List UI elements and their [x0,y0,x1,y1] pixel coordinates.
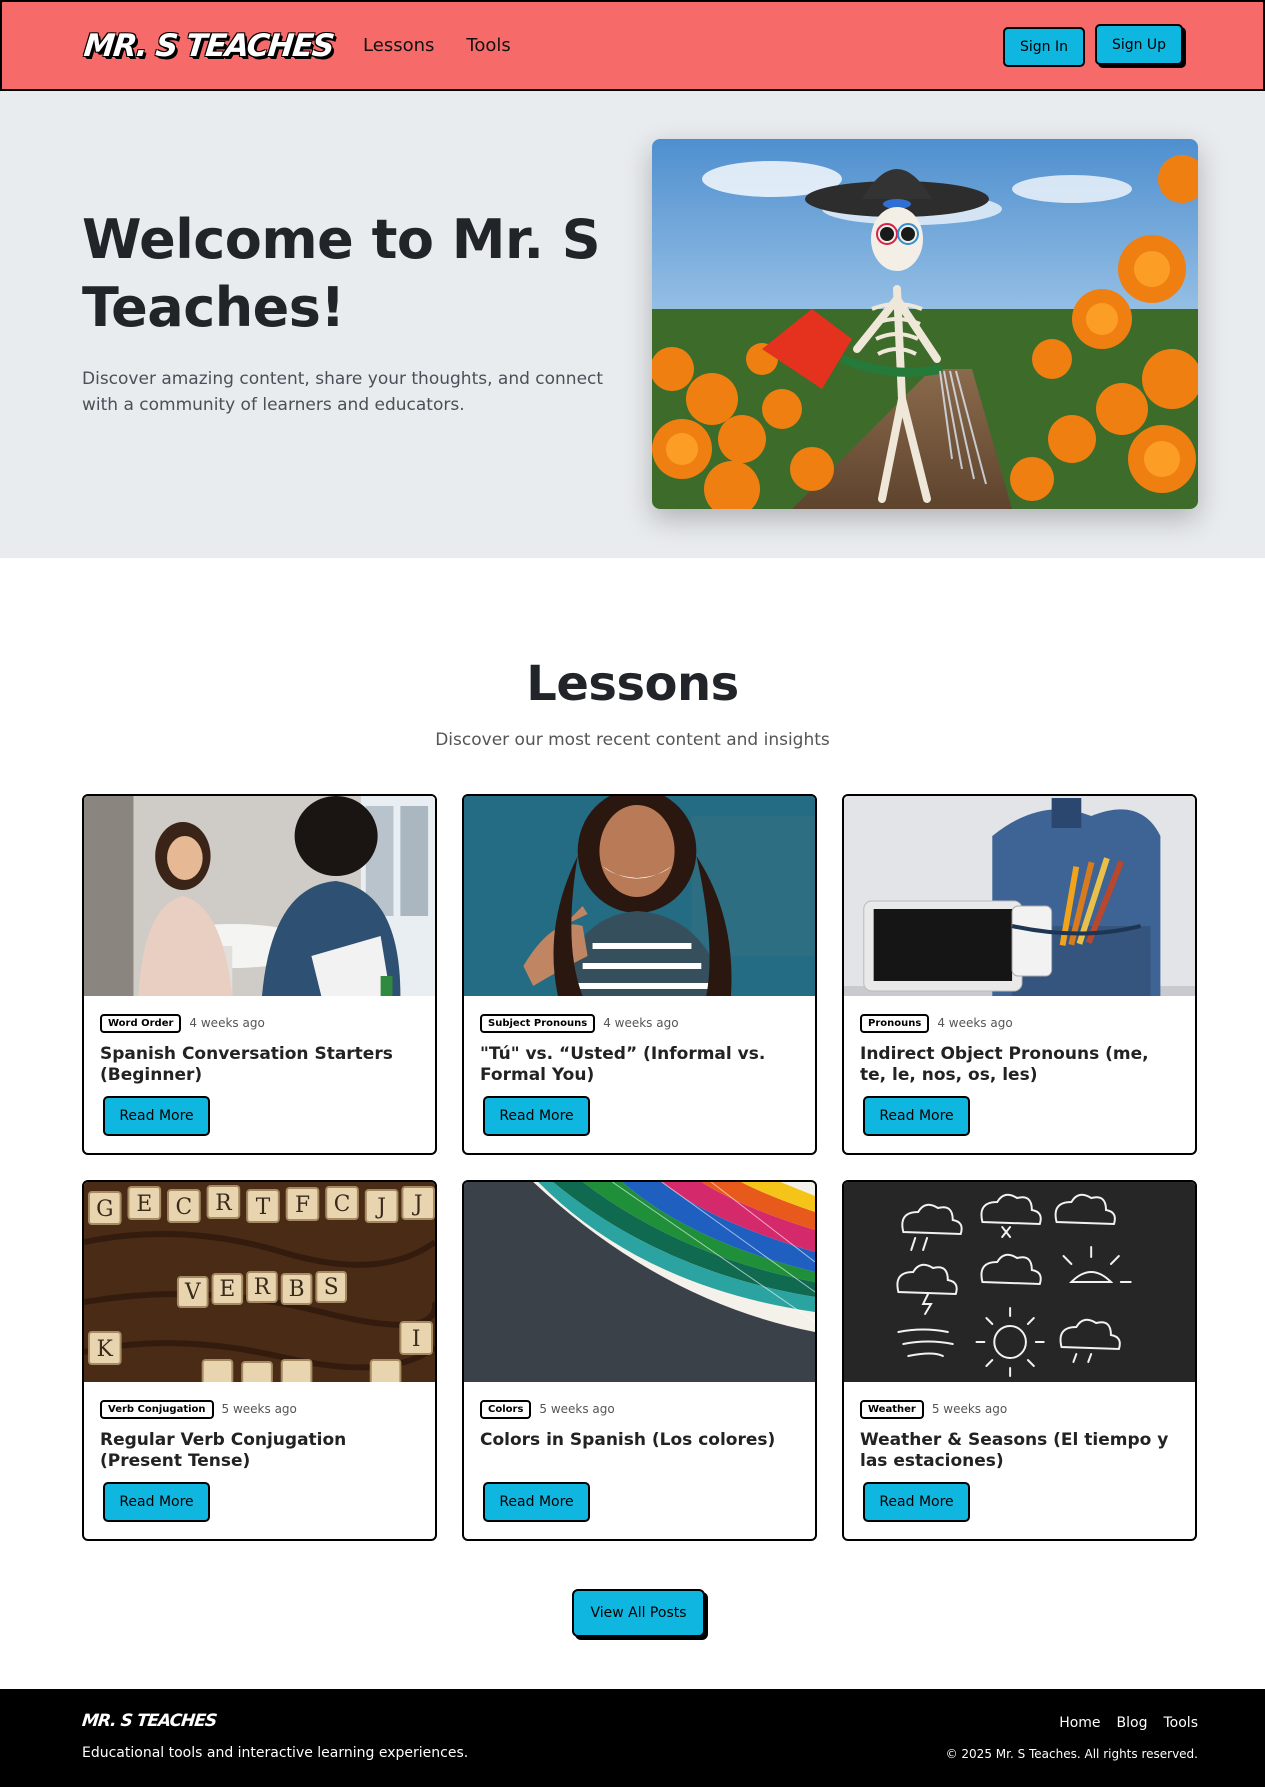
read-more-button[interactable]: Read More [863,1096,970,1136]
hero-title: Welcome to Mr. S Teaches! [82,208,601,339]
lesson-image[interactable] [84,796,435,996]
category-badge[interactable]: Weather [860,1399,924,1419]
svg-text:B: B [289,1277,305,1302]
lesson-card: Weather 5 weeks ago Weather & Seasons (E… [842,1180,1197,1541]
footer-link-home[interactable]: Home [1059,1715,1100,1731]
svg-text:C: C [176,1195,193,1220]
category-badge[interactable]: Verb Conjugation [100,1399,214,1419]
lesson-title[interactable]: "Tú" vs. “Usted” (Informal vs. Formal Yo… [480,1044,799,1086]
lesson-image[interactable] [844,796,1195,996]
lesson-card: Word Order 4 weeks ago Spanish Conversat… [82,794,437,1155]
nav-link-tools[interactable]: Tools [466,35,510,56]
svg-text:I: I [412,1327,421,1352]
lesson-card-body: Verb Conjugation 5 weeks ago Regular Ver… [84,1382,435,1539]
post-date: 4 weeks ago [189,1016,265,1030]
category-badge[interactable]: Word Order [100,1013,182,1033]
footer-links: Home Blog Tools [1059,1715,1198,1731]
lesson-card-body: Colors 5 weeks ago Colors in Spanish (Lo… [464,1382,815,1539]
lesson-image[interactable] [464,1182,815,1382]
svg-text:J: J [412,1192,423,1217]
nav-actions: Sign In Sign Up [1003,24,1183,67]
svg-text:T: T [256,1195,271,1220]
lesson-meta: Pronouns 4 weeks ago [860,1012,1179,1034]
footer: MR. S TEACHES Educational tools and inte… [0,1689,1265,1787]
lesson-card: Colors 5 weeks ago Colors in Spanish (Lo… [462,1180,817,1541]
lesson-card-body: Word Order 4 weeks ago Spanish Conversat… [84,996,435,1153]
section-subtitle: Discover our most recent content and ins… [435,730,830,750]
read-more-button[interactable]: Read More [103,1482,210,1522]
lesson-title[interactable]: Weather & Seasons (El tiempo y las estac… [860,1430,1179,1472]
pointing-woman-photo [464,796,815,996]
post-date: 5 weeks ago [931,1402,1008,1416]
view-all-posts-button[interactable]: View All Posts [572,1589,705,1637]
section-title: Lessons [526,656,739,712]
chalkboard-weather-photo [844,1182,1195,1382]
svg-text:E: E [136,1192,152,1217]
svg-text:C: C [334,1192,351,1217]
brand-logo[interactable]: MR. S TEACHES [82,28,335,64]
svg-text:E: E [219,1277,235,1302]
lesson-meta: Colors 5 weeks ago [480,1398,799,1420]
nav-links: Lessons Tools [363,35,511,56]
lesson-title[interactable]: Regular Verb Conjugation (Present Tense) [100,1430,419,1472]
lesson-meta: Subject Pronouns 4 weeks ago [480,1012,799,1034]
lesson-title[interactable]: Spanish Conversation Starters (Beginner) [100,1044,419,1086]
read-more-button[interactable]: Read More [483,1482,590,1522]
category-badge[interactable]: Pronouns [860,1013,930,1033]
svg-text:R: R [254,1275,271,1300]
lesson-title[interactable]: Indirect Object Pronouns (me, te, le, no… [860,1044,1179,1086]
hero-image [652,139,1198,509]
hero-section: Welcome to Mr. S Teaches! Discover amazi… [0,91,1265,558]
lessons-grid: Word Order 4 weeks ago Spanish Conversat… [82,794,1198,1541]
lesson-card-body: Pronouns 4 weeks ago Indirect Object Pro… [844,996,1195,1153]
sign-in-button[interactable]: Sign In [1003,26,1085,67]
lessons-section: Lessons Discover our most recent content… [0,558,1265,1689]
svg-text:S: S [324,1275,339,1300]
lesson-card-body: Weather 5 weeks ago Weather & Seasons (E… [844,1382,1195,1539]
lesson-meta: Weather 5 weeks ago [860,1398,1179,1420]
footer-tagline: Educational tools and interactive learni… [82,1745,469,1761]
read-more-button[interactable]: Read More [483,1096,590,1136]
conversation-photo [84,796,435,996]
read-more-button[interactable]: Read More [863,1482,970,1522]
svg-text:G: G [96,1197,113,1222]
verbs-blocks-photo: VE RBS GEC RTF CJJ KI [84,1182,435,1382]
svg-text:R: R [215,1191,232,1216]
post-date: 5 weeks ago [539,1402,615,1416]
svg-text:V: V [184,1280,202,1305]
nav-link-lessons[interactable]: Lessons [363,35,434,56]
svg-text:K: K [97,1337,114,1362]
svg-text:F: F [295,1193,310,1218]
lesson-image[interactable]: VE RBS GEC RTF CJJ KI [84,1182,435,1382]
lesson-meta: Verb Conjugation 5 weeks ago [100,1398,419,1420]
hero-text: Discover amazing content, share your tho… [82,369,604,415]
navbar: MR. S TEACHES Lessons Tools Sign In Sign… [0,0,1265,91]
footer-link-tools[interactable]: Tools [1164,1715,1199,1731]
lesson-card: VE RBS GEC RTF CJJ KI Verb Conjugation 5… [82,1180,437,1541]
footer-link-blog[interactable]: Blog [1117,1715,1148,1731]
color-swatch-fan-photo [464,1182,815,1382]
sign-up-button[interactable]: Sign Up [1095,24,1183,65]
footer-copyright: © 2025 Mr. S Teaches. All rights reserve… [945,1747,1198,1761]
category-badge[interactable]: Subject Pronouns [480,1013,596,1033]
svg-text:J: J [375,1195,386,1220]
lesson-card: Pronouns 4 weeks ago Indirect Object Pro… [842,794,1197,1155]
post-date: 4 weeks ago [603,1016,679,1030]
lesson-image[interactable] [464,796,815,996]
skeleton-garden-illustration [652,139,1198,509]
lesson-card: Subject Pronouns 4 weeks ago "Tú" vs. “U… [462,794,817,1155]
read-more-button[interactable]: Read More [103,1096,210,1136]
backpack-laptop-photo [844,796,1195,996]
lesson-meta: Word Order 4 weeks ago [100,1012,419,1034]
post-date: 5 weeks ago [221,1402,297,1416]
post-date: 4 weeks ago [937,1016,1013,1030]
category-badge[interactable]: Colors [480,1399,532,1419]
lesson-image[interactable] [844,1182,1195,1382]
lesson-card-body: Subject Pronouns 4 weeks ago "Tú" vs. “U… [464,996,815,1153]
footer-brand[interactable]: MR. S TEACHES [81,1711,217,1731]
lesson-title[interactable]: Colors in Spanish (Los colores) [480,1430,799,1451]
